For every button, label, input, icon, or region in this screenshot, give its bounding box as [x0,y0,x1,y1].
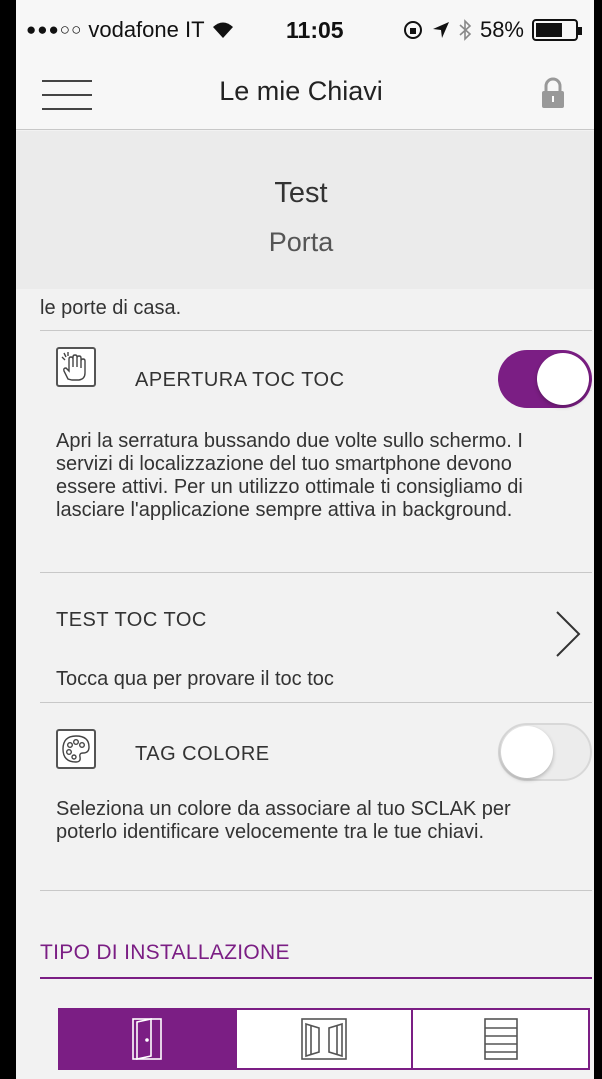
divider [40,890,592,891]
divider [40,330,592,331]
door-icon [132,1018,163,1060]
section-underline [40,977,592,979]
installation-option-gate[interactable] [234,1010,412,1068]
toc-toc-label: APERTURA TOC TOC [135,369,345,391]
carrier-name: vodafone IT [88,17,205,42]
status-right: 58% [402,17,582,43]
key-header: Test Porta [0,131,602,289]
battery-percentage: 58% [479,17,524,42]
installation-option-garage[interactable] [411,1010,588,1068]
truncated-description: le porte di casa. [40,297,182,319]
key-type: Porta [268,227,334,257]
signal-strength-icon: ●●●○○ [26,20,83,39]
key-name: Test [274,177,328,209]
test-toc-toc-row[interactable]: TEST TOC TOC Tocca qua per provare il to… [0,589,602,697]
tag-colore-description: Seleziona un colore da associare al tuo … [56,798,511,843]
toc-toc-toggle[interactable] [498,350,592,408]
gate-icon [301,1018,347,1060]
knock-hand-icon [56,347,96,387]
location-arrow-icon [432,22,449,38]
installation-option-door[interactable] [60,1010,235,1068]
wifi-icon [212,22,233,38]
status-bar: ●●●○○ vodafone IT 11:05 58% [0,0,602,62]
bluetooth-icon [459,19,472,41]
tag-colore-label: TAG COLORE [135,743,270,765]
chevron-right-icon [556,611,581,657]
test-toc-toc-description: Tocca qua per provare il toc toc [56,668,334,690]
status-left: ●●●○○ vodafone IT [26,17,235,43]
nav-title: Le mie Chiavi [219,76,383,106]
installation-section-title: TIPO DI INSTALLAZIONE [40,941,290,964]
garage-door-icon [483,1018,518,1060]
orientation-lock-icon [403,21,422,39]
status-time: 11:05 [286,17,344,43]
tag-colore-toggle[interactable] [498,723,592,781]
divider [40,702,592,703]
palette-icon [56,729,96,769]
battery-icon [532,19,582,41]
navigation-bar: Le mie Chiavi [0,62,602,130]
divider [40,572,592,573]
settings-list[interactable]: le porte di casa. APERTURA TOC TOC Apri … [0,289,602,1079]
lock-icon[interactable] [540,76,566,110]
toc-toc-description: Apri la serratura bussando due volte sul… [56,430,523,521]
installation-type-selector[interactable] [58,1008,590,1070]
test-toc-toc-label: TEST TOC TOC [56,609,207,631]
